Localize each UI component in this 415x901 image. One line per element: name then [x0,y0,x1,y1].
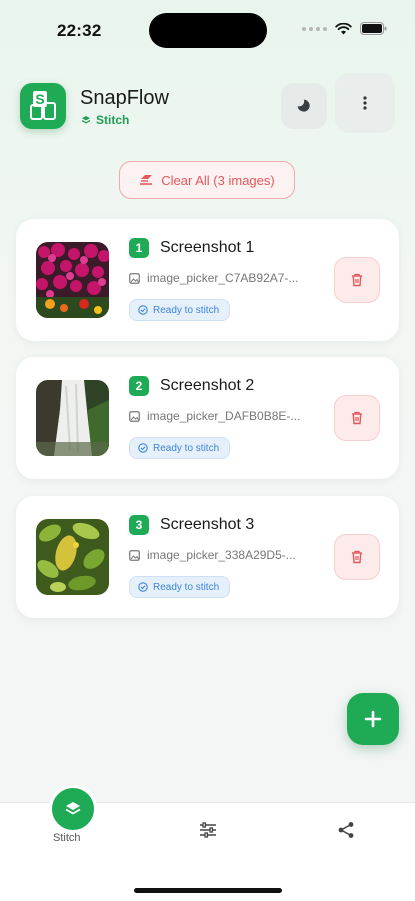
clear-all-label: Clear All (3 images) [161,172,275,188]
status-time: 22:32 [57,21,102,40]
trash-icon [352,411,362,425]
battery-icon [360,22,387,35]
status-badge: Ready to stitch [129,299,231,321]
file-name: image_picker_DAFB0B8E-... [147,409,301,423]
status-bar: 22:32 [0,0,415,60]
nav-stitch-button[interactable] [49,785,97,833]
sliders-icon [200,822,216,838]
image-card[interactable]: 3 Screenshot 3 image_picker_338A29D5-...… [16,496,399,618]
delete-button[interactable] [334,395,380,441]
delete-button[interactable] [334,257,380,303]
more-vertical-icon [363,96,367,110]
check-circle-icon [138,443,148,453]
share-icon [338,822,354,838]
image-card[interactable]: 1 Screenshot 1 image_picker_C7AB92A7-...… [16,219,399,341]
file-row: image_picker_338A29D5-... [129,548,319,562]
image-title: Screenshot 1 [160,239,255,256]
trash-icon [352,550,362,564]
dynamic-island [149,13,267,48]
order-badge: 3 [129,515,149,535]
layers-icon [65,802,81,815]
eraser-icon [140,175,153,185]
nav-stitch-label: Stitch [53,832,81,844]
image-card[interactable]: 2 Screenshot 2 image_picker_DAFB0B8E-...… [16,357,399,479]
delete-button[interactable] [334,534,380,580]
theme-toggle-button[interactable] [281,83,327,129]
image-file-icon [129,272,140,284]
moon-icon [297,99,310,112]
thumbnail-waterfall [36,380,109,456]
thumbnail-leaves [36,519,109,595]
status-icons [302,22,387,35]
file-name: image_picker_C7AB92A7-... [147,271,299,285]
check-circle-icon [138,305,148,315]
status-label: Ready to stitch [153,581,220,593]
image-title: Screenshot 2 [160,377,255,394]
trash-icon [352,273,362,287]
status-badge: Ready to stitch [129,437,231,459]
home-indicator [134,888,282,893]
status-badge: Ready to stitch [129,576,231,598]
status-label: Ready to stitch [153,442,220,454]
nav-adjust-button[interactable] [197,819,219,841]
app-header: S SnapFlow Stitch [0,73,415,140]
signal-icon [302,26,327,31]
image-file-icon [129,549,140,561]
file-name: image_picker_338A29D5-... [147,548,296,562]
layers-icon [81,116,91,124]
add-image-button[interactable] [347,693,399,745]
status-label: Ready to stitch [153,304,220,316]
mode-label: Stitch [96,113,130,127]
image-file-icon [129,410,140,422]
order-badge: 2 [129,376,149,396]
wifi-icon [335,22,352,34]
file-row: image_picker_C7AB92A7-... [129,271,319,285]
app-title: SnapFlow [80,87,169,109]
plus-icon [364,710,382,728]
thumbnail-flowers [36,242,109,318]
nav-share-button[interactable] [335,819,357,841]
app-logo: S [20,83,66,129]
mode-indicator: Stitch [81,113,129,127]
bottom-nav: Stitch [0,785,415,901]
order-badge: 1 [129,238,149,258]
image-title: Screenshot 3 [160,516,255,533]
check-circle-icon [138,582,148,592]
more-options-button[interactable] [335,73,395,133]
clear-all-button[interactable]: Clear All (3 images) [119,161,295,199]
file-row: image_picker_DAFB0B8E-... [129,409,319,423]
